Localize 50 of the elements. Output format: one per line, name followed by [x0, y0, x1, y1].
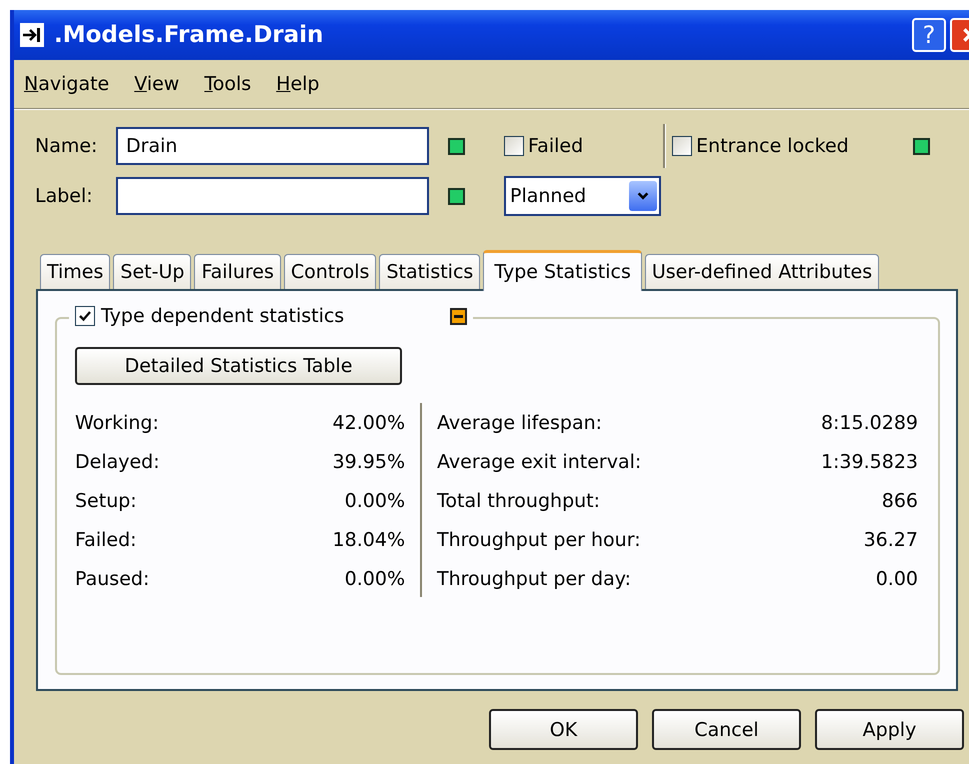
dialog-button[interactable]: Apply: [815, 709, 964, 750]
stat-value: 1:39.5823: [820, 450, 918, 472]
stat-label: Average lifespan:: [437, 412, 602, 434]
stat-label: Working:: [75, 412, 159, 434]
stat-value: 42.00%: [332, 412, 405, 434]
menu-item[interactable]: Help: [276, 73, 320, 95]
tab[interactable]: Statistics: [379, 254, 480, 289]
stat-value: 0.00: [876, 568, 918, 590]
stat-label: Throughput per hour:: [437, 528, 641, 550]
checkbox-label: Entrance locked: [696, 135, 849, 157]
help-button[interactable]: ?: [912, 18, 946, 52]
stat-value: 866: [882, 490, 918, 512]
menu-item[interactable]: Tools: [204, 73, 252, 95]
stat-label: Setup:: [75, 490, 137, 512]
checkbox-label: Failed: [528, 135, 584, 157]
stat-label: Delayed:: [75, 450, 160, 472]
checkbox-label: Type dependent statistics: [101, 305, 344, 327]
menu-item[interactable]: View: [134, 73, 180, 95]
tab[interactable]: User-defined Attributes: [644, 254, 880, 289]
stat-label: Throughput per day:: [437, 568, 631, 590]
field-label: Name:: [35, 135, 98, 157]
stat-value: 18.04%: [332, 528, 405, 550]
tab[interactable]: Set-Up: [113, 254, 192, 289]
stat-value: 0.00%: [344, 568, 405, 590]
check-icon: [78, 309, 92, 323]
stat-value: 39.95%: [332, 450, 405, 472]
app-icon: [20, 23, 44, 47]
stat-label: Failed:: [75, 528, 137, 550]
checkbox[interactable]: [504, 136, 524, 156]
stat-label: Average exit interval:: [437, 450, 642, 472]
tab[interactable]: Failures: [194, 254, 281, 289]
stat-value: 8:15.0289: [820, 412, 918, 434]
stat-value: 0.00%: [344, 490, 405, 512]
stat-value: 36.27: [864, 528, 918, 550]
label-field[interactable]: [116, 177, 429, 215]
checkbox[interactable]: [75, 306, 95, 326]
tab[interactable]: Type Statistics: [483, 250, 642, 291]
tab[interactable]: Controls: [284, 254, 376, 289]
mode-dropdown[interactable]: Planned: [504, 176, 661, 216]
tab[interactable]: Times: [40, 254, 110, 289]
stat-label: Total throughput:: [437, 490, 600, 512]
dialog-button[interactable]: Cancel: [652, 709, 801, 750]
window-title: .Models.Frame.Drain: [54, 22, 324, 48]
checkbox[interactable]: [672, 136, 692, 156]
detailed-statistics-button[interactable]: Detailed Statistics Table: [75, 347, 402, 385]
field-label: Label:: [35, 185, 94, 207]
name-field[interactable]: Drain: [116, 127, 429, 165]
dialog-button[interactable]: OK: [489, 709, 638, 750]
menu-item[interactable]: Navigate: [24, 73, 110, 95]
stat-label: Paused:: [75, 568, 150, 590]
